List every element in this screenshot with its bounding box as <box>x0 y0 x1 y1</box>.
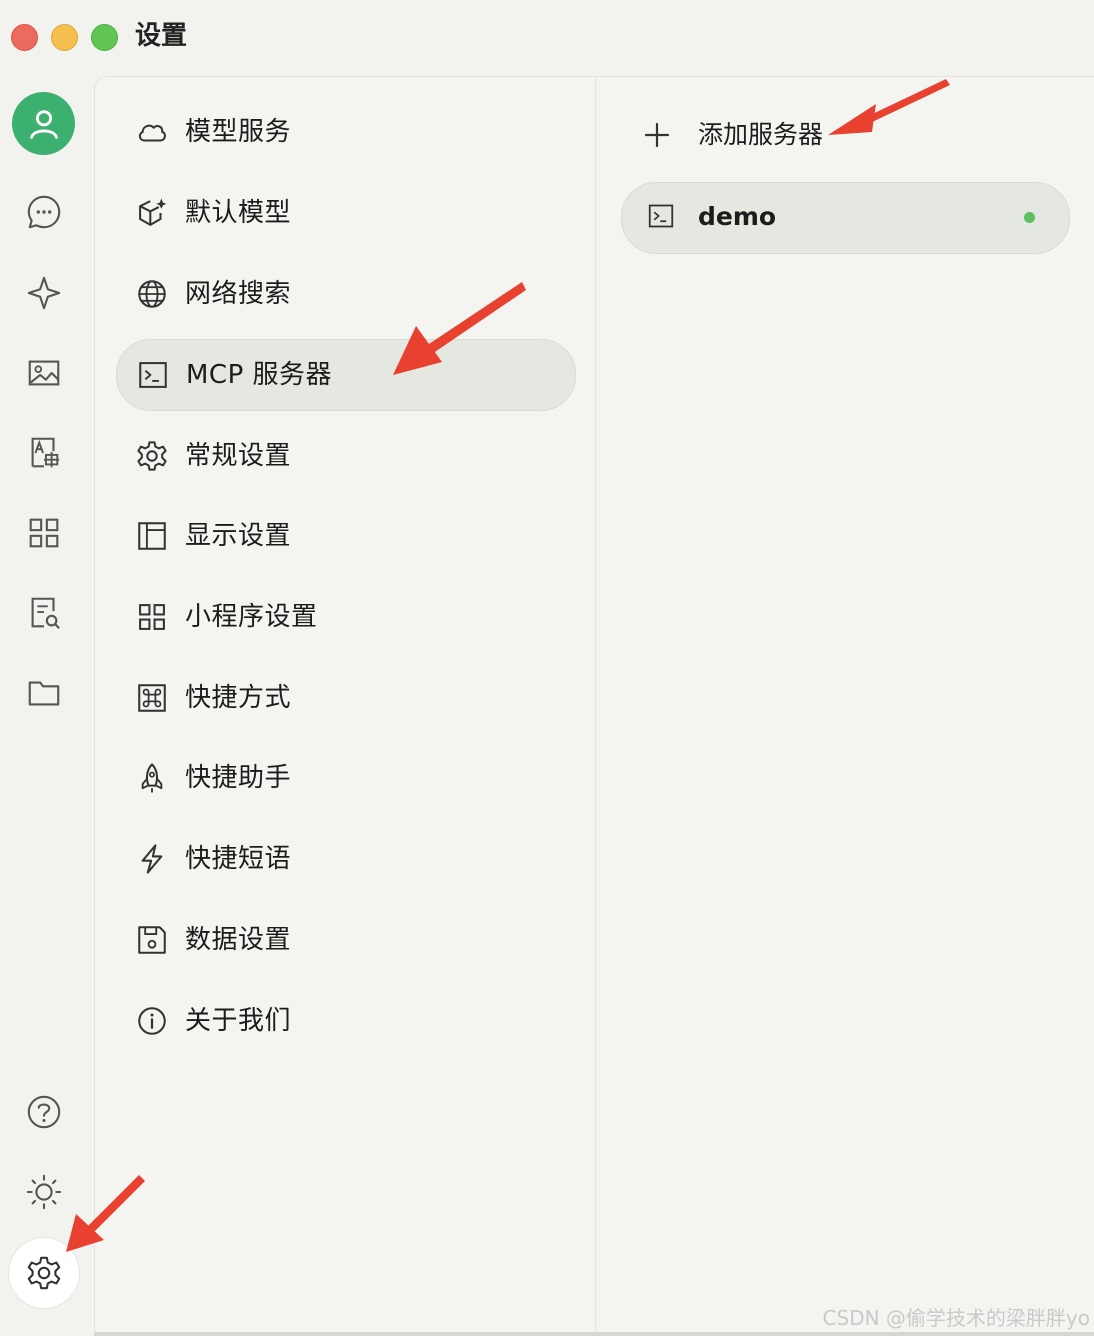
menu-item-label: MCP 服务器 <box>186 360 333 390</box>
zoom-window-button[interactable] <box>91 24 118 51</box>
save-icon <box>134 922 170 958</box>
terminal-icon <box>648 204 674 228</box>
menu-item-label: 数据设置 <box>185 925 292 955</box>
rail-translate-button[interactable] <box>14 423 74 483</box>
terminal-icon <box>135 357 171 393</box>
rail-chat-button[interactable] <box>14 182 74 242</box>
menu-item-label: 快捷短语 <box>185 844 292 874</box>
server-item-demo[interactable]: demo <box>621 182 1070 254</box>
menu-item-miniapp-settings[interactable]: 小程序设置 <box>116 582 574 652</box>
window-title: 设置 <box>135 21 188 51</box>
plus-icon <box>644 122 670 148</box>
add-server-button[interactable]: 添加服务器 <box>635 107 895 163</box>
command-icon <box>134 680 170 716</box>
apps-grid-icon <box>29 518 59 548</box>
menu-item-label: 默认模型 <box>185 198 292 228</box>
bolt-icon <box>134 841 170 877</box>
watermark: CSDN @偷学技术的梁胖胖yo <box>822 1306 1090 1330</box>
cube-sparkle-icon <box>134 195 170 231</box>
settings-panel: 模型服务 默认模型 网络搜索 MCP 服务器 常规设置 显示设置 小程序设置 快… <box>94 76 1094 1333</box>
image-icon <box>28 360 60 386</box>
gear-icon <box>134 438 170 474</box>
menu-item-general-settings[interactable]: 常规设置 <box>116 421 574 491</box>
menu-item-about-us[interactable]: 关于我们 <box>116 986 574 1056</box>
rail-help-button[interactable] <box>14 1082 74 1142</box>
minimize-window-button[interactable] <box>51 24 78 51</box>
mcp-server-pane: 添加服务器 demo <box>595 77 1094 1333</box>
icon-rail <box>0 76 94 1336</box>
menu-item-label: 快捷方式 <box>185 683 292 713</box>
menu-item-label: 常规设置 <box>185 441 292 471</box>
help-icon <box>27 1095 61 1129</box>
sun-icon <box>26 1174 62 1210</box>
menu-item-web-search[interactable]: 网络搜索 <box>116 259 574 329</box>
sparkle-icon <box>27 276 61 310</box>
settings-window: 设置 模型服务 默认模型 网络搜索 MCP 服务器 常规设置 显示设置 小程序设… <box>0 0 1094 1336</box>
doc-search-icon <box>31 597 60 629</box>
apps-grid-icon <box>134 599 170 635</box>
add-server-label: 添加服务器 <box>698 120 824 149</box>
server-name: demo <box>698 202 777 231</box>
menu-item-label: 显示设置 <box>185 521 292 551</box>
menu-item-label: 关于我们 <box>185 1006 292 1036</box>
user-icon <box>29 109 58 139</box>
rail-theme-button[interactable] <box>14 1162 74 1222</box>
layout-icon <box>134 518 170 554</box>
cloud-icon <box>134 114 170 150</box>
info-icon <box>134 1003 170 1039</box>
rail-miniapps-button[interactable] <box>14 503 74 563</box>
window-bottom-edge <box>94 1332 1094 1336</box>
close-window-button[interactable] <box>11 24 38 51</box>
menu-item-display-settings[interactable]: 显示设置 <box>116 501 574 571</box>
menu-item-data-settings[interactable]: 数据设置 <box>116 905 574 975</box>
menu-item-shortcuts[interactable]: 快捷方式 <box>116 663 574 733</box>
menu-item-label: 模型服务 <box>185 117 292 147</box>
menu-item-label: 快捷助手 <box>185 763 292 793</box>
rail-painting-button[interactable] <box>14 343 74 403</box>
menu-item-model-service[interactable]: 模型服务 <box>116 97 574 167</box>
settings-menu: 模型服务 默认模型 网络搜索 MCP 服务器 常规设置 显示设置 小程序设置 快… <box>95 77 596 1333</box>
menu-item-mcp-servers[interactable]: MCP 服务器 <box>116 339 576 411</box>
menu-item-quick-assistant[interactable]: 快捷助手 <box>116 743 574 813</box>
chat-bubble-icon <box>27 195 61 229</box>
menu-item-label: 网络搜索 <box>185 279 292 309</box>
rail-settings-button[interactable] <box>9 1238 79 1308</box>
menu-item-quick-phrases[interactable]: 快捷短语 <box>116 824 574 894</box>
rocket-icon <box>134 760 170 796</box>
title-bar: 设置 <box>0 0 1094 76</box>
menu-item-label: 小程序设置 <box>185 602 318 632</box>
menu-item-default-model[interactable]: 默认模型 <box>116 178 574 248</box>
server-status-dot <box>1024 212 1035 223</box>
translate-icon <box>31 437 60 468</box>
folder-icon <box>28 681 60 706</box>
user-avatar[interactable] <box>12 92 75 155</box>
gear-icon <box>27 1256 61 1290</box>
rail-knowledge-button[interactable] <box>14 583 74 643</box>
rail-files-button[interactable] <box>14 663 74 723</box>
rail-agents-button[interactable] <box>14 263 74 323</box>
globe-icon <box>134 276 170 312</box>
